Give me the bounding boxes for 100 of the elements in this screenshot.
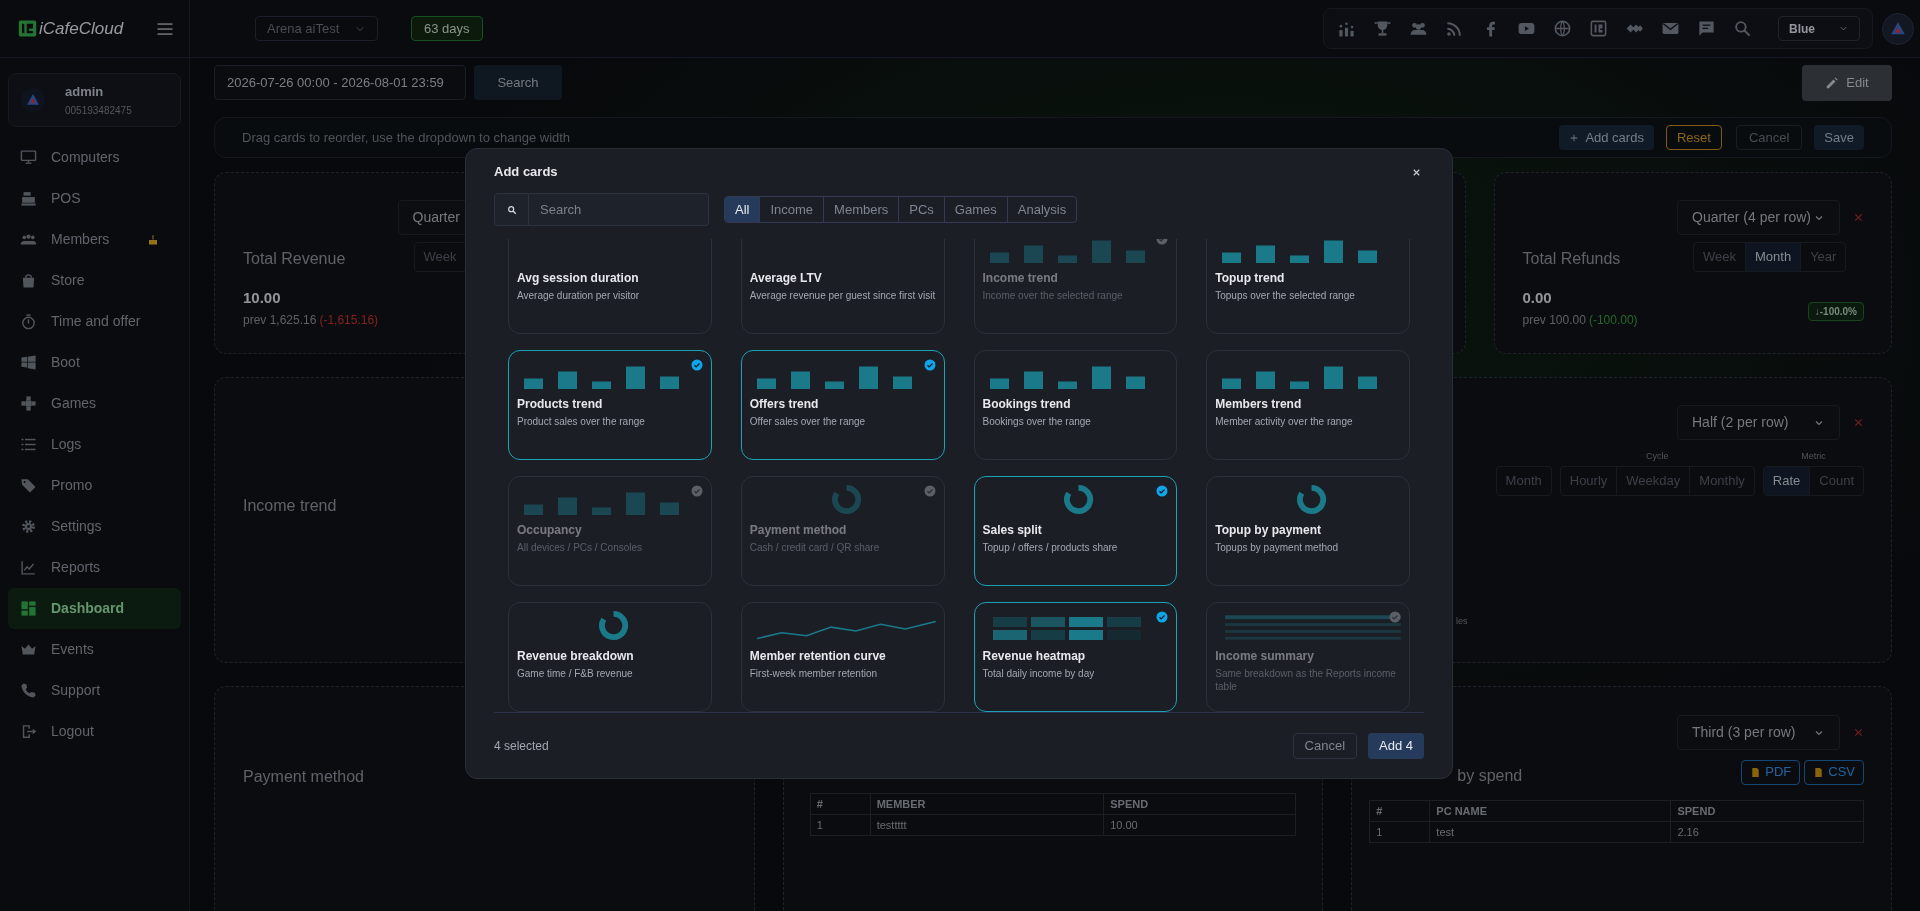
card-option[interactable]: Payment method Cash / credit card / QR share	[740, 476, 945, 586]
filter-tab[interactable]: Income	[760, 197, 825, 222]
filter-tab[interactable]: Games	[944, 197, 1008, 222]
globe-button[interactable]	[1552, 18, 1573, 39]
card-option[interactable]: Member retention curve First-week member retention	[740, 602, 945, 712]
tab[interactable]: Month	[1746, 243, 1802, 271]
sidebar-item[interactable]: Store	[8, 260, 181, 301]
card-option-description: Cash / credit card / QR share	[749, 541, 881, 554]
width-select[interactable]: Half (2 per row)	[1677, 405, 1840, 440]
trophy-button[interactable]	[1372, 18, 1393, 39]
sidebar-item[interactable]: Dashboard	[8, 588, 181, 629]
filter-tab[interactable]: PCs	[899, 197, 945, 222]
dialog-title: Add cards	[494, 163, 558, 182]
change-badge: ↓-100.0%	[1807, 302, 1864, 321]
dashboard-icon	[20, 600, 37, 617]
sidebar-item[interactable]: Members	[8, 219, 181, 260]
table-cell: 2.16	[1670, 821, 1864, 843]
sidebar-item[interactable]: Reports	[8, 547, 181, 588]
width-select[interactable]: Third (3 per row)	[1677, 715, 1840, 750]
monitor-icon	[20, 149, 37, 166]
search-icon	[506, 204, 517, 215]
card-title: Payment method	[243, 768, 364, 785]
card-option[interactable]: Revenue breakdown Game time / F&B revenue	[508, 602, 712, 712]
trophy-icon	[1373, 19, 1392, 38]
line-chart-icon	[20, 559, 37, 576]
card-option[interactable]: Income summary Same breakdown as the Reports income table	[1206, 602, 1410, 712]
branch-select[interactable]: Arena aiTest	[255, 16, 378, 41]
card-option[interactable]: Products trend Product sales over the range	[508, 350, 712, 460]
stopwatch-icon	[20, 313, 37, 330]
card-option[interactable]: Bookings trend Bookings over the range	[973, 350, 1178, 460]
card-option[interactable]: Income trend Income over the selected range	[973, 239, 1178, 334]
card-option[interactable]: Average LTV Average revenue per guest since first visit	[740, 239, 945, 334]
add-button[interactable]: Add 4	[1368, 732, 1424, 759]
card-option[interactable]: Revenue heatmap Total daily income by day	[973, 602, 1178, 712]
card-title: Total Refunds	[1522, 249, 1622, 269]
card-option-title: Sales split	[982, 522, 1043, 539]
card-option-description: Topup / offers / products share	[982, 541, 1119, 554]
sidebar-item[interactable]: Support	[8, 670, 181, 711]
sidebar-item[interactable]: Logs	[8, 424, 181, 465]
tab[interactable]: Rate	[1763, 466, 1811, 495]
add-cards-button[interactable]: Add cards	[1559, 125, 1654, 150]
sidebar-item[interactable]: Logout	[8, 711, 181, 752]
cancel-button[interactable]: Cancel	[1292, 732, 1357, 759]
save-button[interactable]: Save	[1814, 125, 1864, 150]
filter-tab[interactable]: Members	[824, 197, 900, 222]
card-option[interactable]: Topup trend Topups over the selected range	[1206, 239, 1410, 334]
csv-button[interactable]: CSV	[1804, 759, 1864, 785]
sidebar-item[interactable]: Computers	[8, 137, 181, 178]
card-title: by spend	[1457, 766, 1523, 786]
card-option[interactable]: Sales split Topup / offers / products share	[973, 476, 1178, 586]
sidebar-item[interactable]: Boot	[8, 342, 181, 383]
table-cell: 1	[810, 814, 871, 836]
sidebar-item[interactable]: Time and offer	[8, 301, 181, 342]
sidebar-item[interactable]: Settings	[8, 506, 181, 547]
card-option-description: Income over the selected range	[982, 289, 1124, 302]
sidebar-item[interactable]: POS	[8, 178, 181, 219]
card-title: Total Revenue	[243, 249, 347, 269]
reset-button[interactable]: Reset	[1665, 125, 1722, 150]
search-field[interactable]: Search	[529, 193, 709, 226]
card-option-title: Products trend	[517, 396, 604, 413]
phone-icon	[20, 682, 37, 699]
previous-value: prev 1,625.16	[243, 311, 317, 329]
sidebar-item[interactable]: Games	[8, 383, 181, 424]
list-icon	[20, 436, 37, 453]
app-logo-button[interactable]	[1588, 18, 1609, 39]
edit-button[interactable]: Edit	[1802, 64, 1892, 101]
card-option-title: Offers trend	[749, 396, 820, 413]
delta-value: (-100.00)	[1588, 311, 1638, 329]
filter-tab[interactable]: All	[725, 197, 761, 222]
column-header: #	[1369, 800, 1430, 822]
card-option-title: Topup by payment	[1215, 522, 1323, 539]
card-option[interactable]: Offers trend Offer sales over the range	[740, 350, 945, 460]
theme-select[interactable]: Blue	[1778, 16, 1860, 41]
date-range-field[interactable]: 2026-07-26 00:00 - 2026-08-01 23:59	[214, 65, 466, 100]
filter-tab[interactable]: Analysis	[1007, 197, 1077, 222]
sidebar-item[interactable]: Promo	[8, 465, 181, 506]
search-button[interactable]	[1732, 18, 1753, 39]
cancel-button[interactable]: Cancel	[1735, 125, 1803, 150]
card-option-description: First-week member retention	[749, 667, 878, 680]
card-option[interactable]: Topup by payment Topups by payment method	[1206, 476, 1410, 586]
card-option-description: Average duration per visitor	[517, 289, 641, 302]
globe-icon	[1553, 19, 1572, 38]
shopping-bag-icon	[20, 272, 37, 289]
width-select[interactable]: Quarter (4 per row)	[1677, 200, 1840, 235]
card-option[interactable]: Members trend Member activity over the range	[1206, 350, 1410, 460]
sidebar-item[interactable]: Events	[8, 629, 181, 670]
card-option-title: Topup trend	[1215, 270, 1286, 287]
card-option-description: Bookings over the range	[982, 415, 1092, 428]
check-circle-icon	[923, 485, 936, 497]
card-option[interactable]: Avg session duration Average duration per visitor	[508, 239, 712, 334]
pencil-icon	[1825, 75, 1840, 90]
selection-count: 4 selected	[494, 737, 549, 755]
pdf-button[interactable]: PDF	[1741, 759, 1801, 785]
donut-chart-drawing	[1063, 484, 1095, 515]
column-header: #	[810, 793, 871, 815]
search-button[interactable]: Search	[474, 65, 562, 100]
card-option-title: Member retention curve	[749, 648, 887, 665]
group-label: Metric	[1801, 450, 1826, 463]
avatar[interactable]	[1882, 12, 1914, 45]
card-option[interactable]: Occupancy All devices / PCs / Consoles	[508, 476, 712, 586]
